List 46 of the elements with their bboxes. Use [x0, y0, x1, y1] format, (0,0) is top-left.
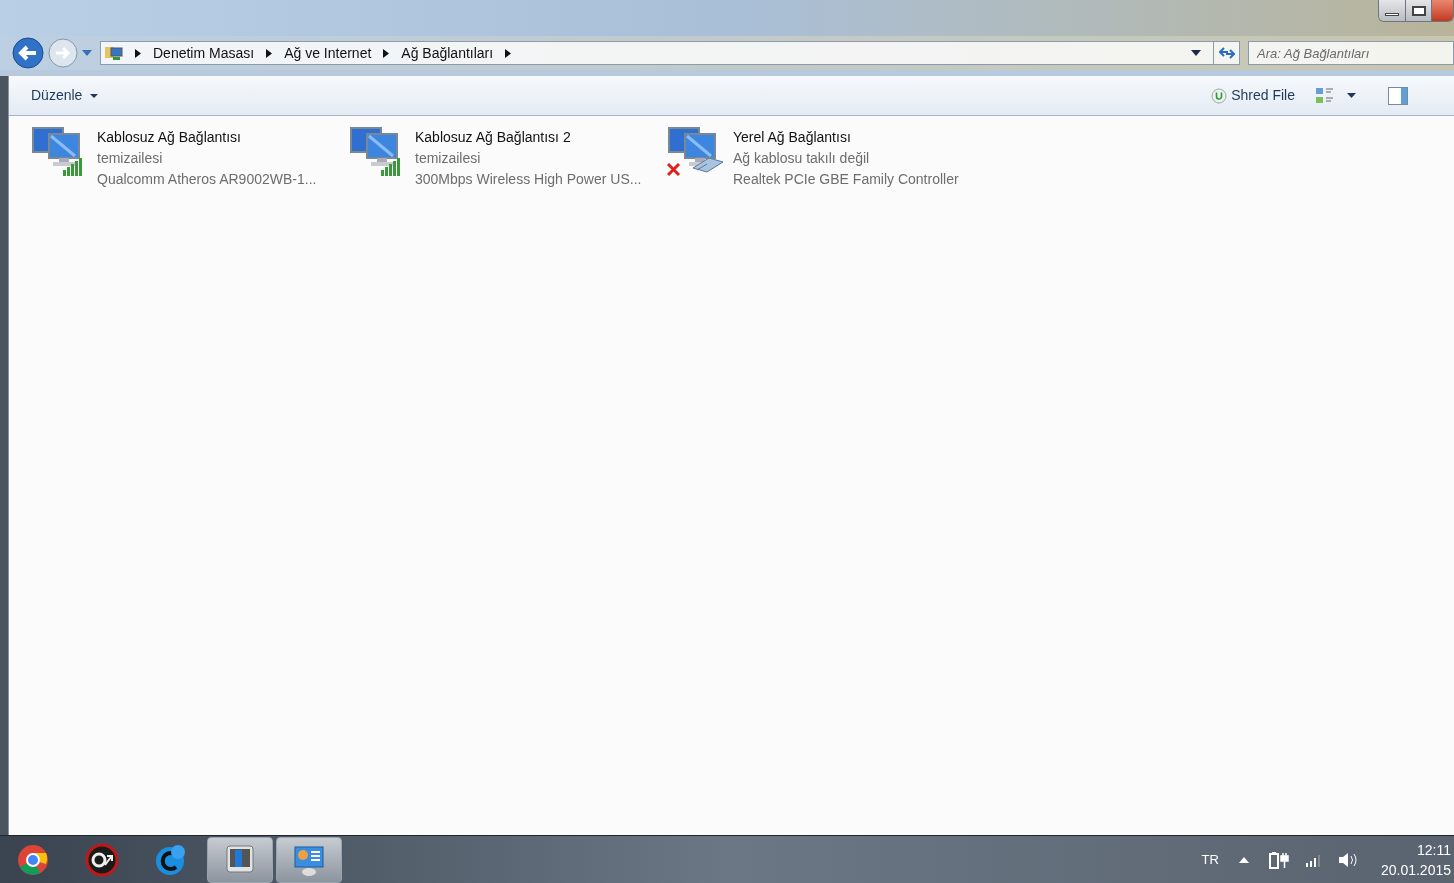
signal-icon[interactable] — [1304, 852, 1321, 867]
connection-status: temizailesi — [415, 149, 482, 168]
show-hidden-icons-icon[interactable] — [1238, 856, 1249, 863]
breadcrumb-arrow-icon[interactable] — [505, 48, 512, 58]
caret-icon — [90, 93, 99, 98]
breadcrumb-link[interactable]: Denetim Masası — [153, 42, 255, 64]
breadcrumb-arrow-icon[interactable] — [266, 48, 273, 58]
breadcrumb-arrow-icon[interactable] — [135, 48, 141, 58]
connection-name: Yerel Ağ Bağlantısı — [733, 128, 852, 147]
view-options-icon[interactable] — [1315, 86, 1335, 105]
volume-icon[interactable] — [1336, 850, 1357, 869]
address-bar[interactable]: Denetim Masası Ağ ve Internet Ağ Bağlantıları — [100, 41, 1240, 65]
adapter-name: Realtek PCIe GBE Family Controller — [733, 170, 959, 189]
language-indicator[interactable]: TR — [1201, 849, 1219, 870]
preview-pane-icon[interactable] — [1388, 86, 1408, 105]
breadcrumb-link[interactable]: Ağ ve Internet — [284, 42, 372, 64]
connection-name: Kablosuz Ağ Bağlantısı — [97, 128, 242, 147]
gear-icon — [85, 842, 119, 877]
connection-item[interactable]: Kablosuz Ağ Bağlantısı temizailesi Qualcomm Atheros AR9002WB-1... — [97, 126, 317, 190]
dropdown-icon[interactable] — [1191, 50, 1201, 56]
breadcrumb-arrow-icon[interactable] — [383, 48, 390, 58]
clock-time: 12:11 — [1417, 840, 1451, 860]
maximize-button[interactable] — [1405, 0, 1431, 21]
connection-item[interactable]: Yerel Ağ Bağlantısı Ağ kablosu takılı değil Realtek PCIe GBE Family Controller — [733, 126, 959, 190]
breadcrumb-link[interactable]: Ağ Bağlantıları — [401, 42, 494, 64]
adapter-name: Qualcomm Atheros AR9002WB-1... — [97, 170, 317, 189]
back-button[interactable] — [12, 37, 44, 69]
connection-status: Ağ kablosu takılı değil — [733, 149, 871, 168]
network-folder-icon — [105, 45, 123, 61]
refresh-icon — [1218, 47, 1235, 59]
view-dropdown-icon[interactable] — [1347, 93, 1356, 98]
battery-plug-icon[interactable] — [1268, 849, 1289, 870]
clock-date: 20.01.2015 — [1380, 860, 1451, 880]
history-dropdown-icon[interactable] — [82, 50, 92, 56]
search-field[interactable]: Ara: Ağ Bağlantıları — [1248, 41, 1454, 65]
minimize-button[interactable] — [1379, 0, 1405, 21]
browser-icon — [16, 842, 50, 877]
shield-icon — [1211, 87, 1228, 104]
chat-bubble-icon — [154, 842, 188, 877]
organize-menu-button[interactable]: Düzenle — [31, 85, 99, 106]
shred-file-button[interactable]: Shred File — [1211, 85, 1295, 106]
connection-status: temizailesi — [97, 149, 164, 168]
adapter-name: 300Mbps Wireless High Power US... — [415, 170, 642, 189]
connection-name: Kablosuz Ağ Bağlantısı 2 — [415, 128, 572, 147]
clock[interactable]: 12:11 20.01.2015 — [1380, 839, 1451, 880]
connection-item[interactable]: Kablosuz Ağ Bağlantısı 2 temizailesi 300Mbps Wireless High Power US... — [415, 126, 642, 190]
